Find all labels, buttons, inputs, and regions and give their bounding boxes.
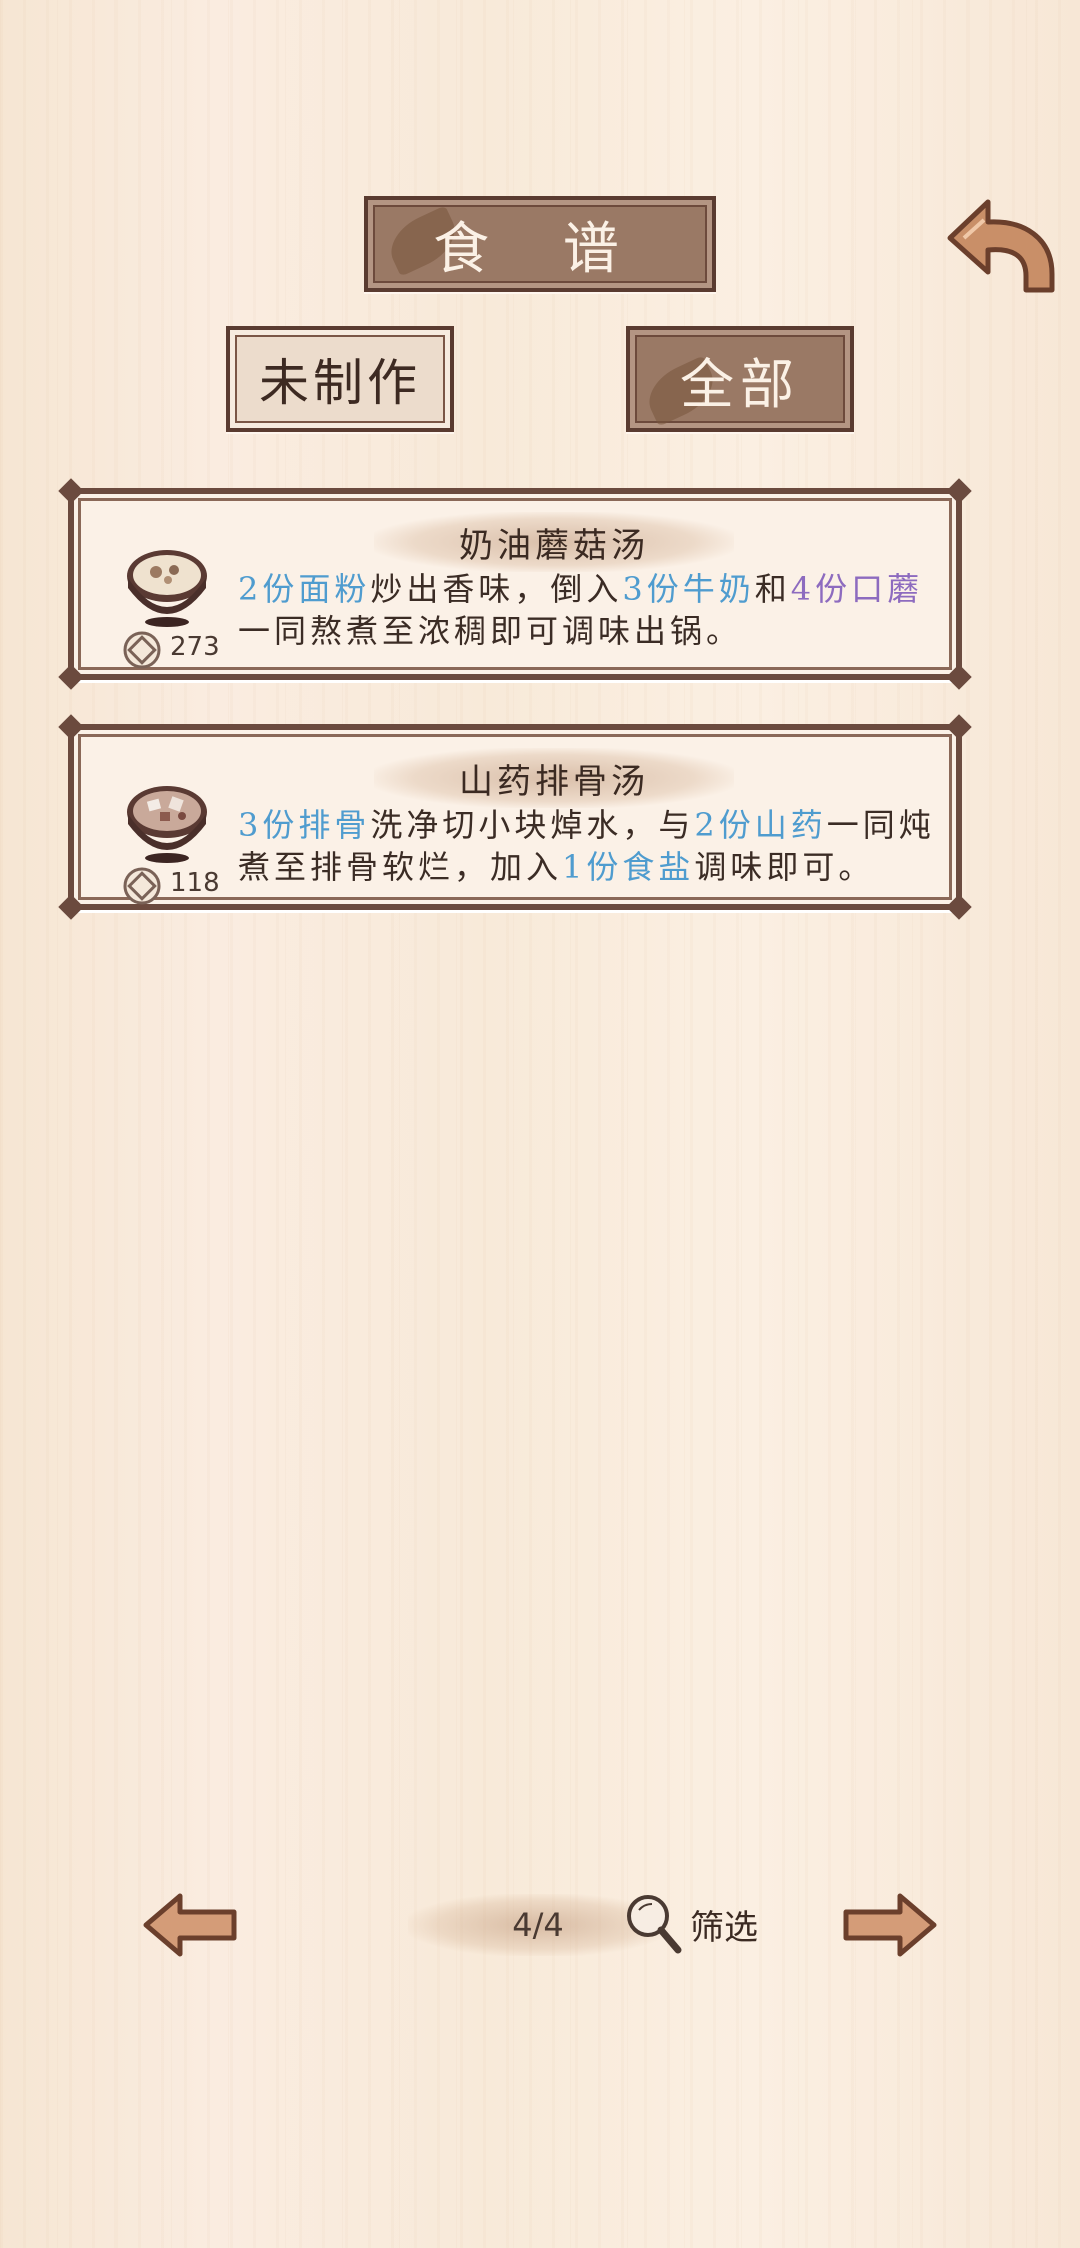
description-text: 和 — [754, 570, 791, 608]
description-text: 一同炖 — [826, 806, 935, 844]
back-button[interactable] — [944, 192, 1062, 296]
recipe-card[interactable]: 奶油蘑菇汤 273 2份面粉炒出香味，倒入3份牛奶和4份口蘑 一同熬煮至浓稠即可调… — [58, 478, 972, 690]
filter-all-button[interactable]: 全部 — [626, 326, 854, 432]
description-text: 调味即可。 — [694, 848, 875, 886]
recipe-description: 3份排骨洗净切小块焯水，与2份山药一同炖 煮至排骨软烂，加入1份食盐调味即可。 — [238, 804, 948, 888]
description-text: 煮至排骨软烂，加入 — [238, 848, 563, 886]
page-number: 4/4 — [512, 1906, 564, 1944]
description-line: 2份面粉炒出香味，倒入3份牛奶和4份口蘑 — [238, 568, 948, 610]
recipe-description: 2份面粉炒出香味，倒入3份牛奶和4份口蘑 一同熬煮至浓稠即可调味出锅。 — [238, 568, 948, 652]
recipe-title-plaque: 食 谱 — [364, 196, 716, 292]
recipe-count: 118 — [170, 868, 220, 898]
recipe-name-text: 山药排骨汤 — [459, 761, 649, 802]
recipe-name: 山药排骨汤 — [374, 748, 734, 808]
back-arrow-icon — [947, 199, 1055, 293]
filter-all-label: 全部 — [680, 352, 800, 416]
description-line: 煮至排骨软烂，加入1份食盐调味即可。 — [238, 846, 948, 888]
recipe-card[interactable]: 山药排骨汤 118 3份排骨洗净切小块焯水，与2份山药一同炖 煮至排骨软烂，加入1… — [58, 714, 972, 920]
prev-page-button[interactable] — [140, 1890, 240, 1960]
coin-icon — [123, 867, 161, 905]
right-arrow-icon — [843, 1893, 937, 1957]
recipe-name-text: 奶油蘑菇汤 — [459, 525, 649, 566]
soup-bowl-icon — [127, 550, 207, 627]
ingredient-highlight: 2份面粉 — [238, 570, 371, 608]
recipe-name: 奶油蘑菇汤 — [374, 512, 734, 572]
description-line: 3份排骨洗净切小块焯水，与2份山药一同炖 — [238, 804, 948, 846]
ingredient-highlight: 2份山药 — [694, 806, 827, 844]
description-text: 一同熬煮至浓稠即可调味出锅。 — [238, 612, 743, 650]
ingredient-highlight: 4份口蘑 — [790, 570, 924, 608]
coin-icon — [123, 631, 161, 669]
next-page-button[interactable] — [840, 1890, 940, 1960]
description-line: 一同熬煮至浓稠即可调味出锅。 — [238, 610, 948, 652]
filter-unmade-label: 未制作 — [259, 354, 421, 412]
filter-label[interactable]: 筛选 — [690, 1900, 758, 1949]
ingredient-highlight: 1份食盐 — [562, 848, 695, 886]
recipe-count: 273 — [170, 632, 220, 662]
ingredient-highlight: 3份排骨 — [238, 806, 371, 844]
filter-unmade-button[interactable]: 未制作 — [226, 326, 454, 432]
ingredient-highlight: 3份牛奶 — [622, 570, 755, 608]
soup-bowl-icon — [127, 786, 207, 863]
description-text: 洗净切小块焯水，与 — [370, 806, 695, 844]
left-arrow-icon — [143, 1893, 237, 1957]
description-text: 炒出香味，倒入 — [370, 570, 623, 608]
page-title: 食 谱 — [433, 216, 647, 282]
search-icon[interactable] — [622, 1890, 684, 1956]
